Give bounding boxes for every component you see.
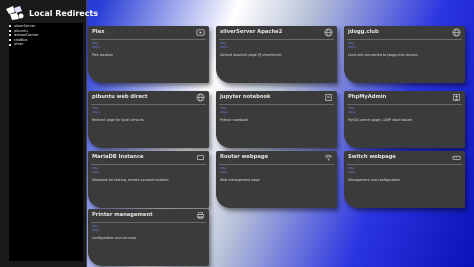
card-divider: [91, 164, 206, 165]
card-title: pibuntu web direct: [92, 94, 148, 100]
logo-icon: [6, 6, 24, 20]
card-plex: Plex http https Plex location: [88, 26, 209, 83]
database-icon: [453, 94, 460, 101]
card-divider: [91, 104, 206, 105]
bullet-icon: [9, 25, 11, 28]
card-title: PhpMyAdmin: [348, 94, 387, 100]
https-link[interactable]: https: [220, 170, 228, 174]
card-title: MariaDB Instance: [92, 154, 144, 160]
notebook-icon: [325, 94, 332, 101]
card-description: Web management page: [220, 178, 260, 182]
https-link[interactable]: https: [92, 170, 100, 174]
card-divider: [219, 39, 334, 40]
https-link[interactable]: https: [92, 228, 100, 232]
sidebar: Local Redirects silverServer pibuntu deb…: [0, 0, 98, 267]
https-link[interactable]: https: [92, 45, 100, 49]
https-link[interactable]: https: [348, 45, 356, 49]
card-jdogg-club: jdogg.club http https Local site connect…: [344, 26, 465, 83]
card-description: Redirect page for local services: [92, 118, 144, 122]
globe-icon: [324, 28, 333, 37]
card-description: Management and configuration: [348, 178, 400, 182]
card-title: jdogg.club: [348, 29, 379, 35]
sidebar-item-label: other: [14, 42, 24, 47]
card-description: Configuration and services: [92, 236, 137, 240]
bullet-icon: [9, 29, 11, 32]
https-link[interactable]: https: [348, 170, 356, 174]
https-link[interactable]: https: [92, 110, 100, 114]
card-title: jupyter notebook: [220, 94, 271, 100]
card-title: silverServer Apache2: [220, 29, 283, 35]
sidebar-nav: silverServer pibuntu debianDocker raidBo…: [9, 23, 83, 261]
app-title: Local Redirects: [29, 8, 99, 18]
https-link[interactable]: https: [220, 45, 228, 49]
https-link[interactable]: https: [220, 110, 228, 114]
card-title: Plex: [92, 29, 105, 35]
card-divider: [219, 164, 334, 165]
card-jupyter-notebook: jupyter notebook http https Python noteb…: [216, 91, 337, 148]
card-title: Printer management: [92, 212, 153, 218]
wifi-icon: [324, 154, 333, 161]
card-switch-webpage: Switch webpage http https Management and…: [344, 151, 465, 208]
printer-icon: [197, 212, 204, 219]
card-description: Local site connected to jdogg.club domai…: [348, 53, 418, 57]
card-router-webpage: Router webpage http https Web management…: [216, 151, 337, 208]
card-description: MySQL admin page, LAMP stack based: [348, 118, 412, 122]
plex-icon: [196, 29, 205, 36]
card-phpmyadmin: PhpMyAdmin http https MySQL admin page, …: [344, 91, 465, 148]
globe-icon: [452, 28, 461, 37]
card-divider: [347, 164, 462, 165]
globe-icon: [196, 93, 205, 102]
sidebar-item-other[interactable]: other: [9, 42, 83, 47]
card-divider: [347, 39, 462, 40]
https-link[interactable]: https: [348, 110, 356, 114]
card-divider: [219, 104, 334, 105]
card-printer-management: Printer management http https Configurat…: [88, 209, 209, 266]
card-pibuntu-web-direct: pibuntu web direct http https Redirect p…: [88, 91, 209, 148]
bullet-icon: [9, 39, 11, 42]
card-description: Database for testing, remote accessit en…: [92, 178, 169, 182]
card-description: Python notebook: [220, 118, 248, 122]
controller-icon: [197, 155, 204, 160]
card-description: Plex location: [92, 53, 113, 57]
card-description: Default Apache2 page @ silverServer: [220, 53, 282, 57]
card-divider: [91, 39, 206, 40]
card-silverserver-apache2: silverServer Apache2 http https Default …: [216, 26, 337, 83]
card-mariadb-instance: MariaDB Instance http https Database for…: [88, 151, 209, 208]
card-divider: [347, 104, 462, 105]
card-title: Switch webpage: [348, 154, 396, 160]
card-title: Router webpage: [220, 154, 269, 160]
switch-icon: [452, 155, 461, 160]
bullet-icon: [9, 34, 11, 37]
bullet-icon: [9, 43, 11, 46]
brand: Local Redirects: [5, 5, 98, 21]
card-divider: [91, 222, 206, 223]
